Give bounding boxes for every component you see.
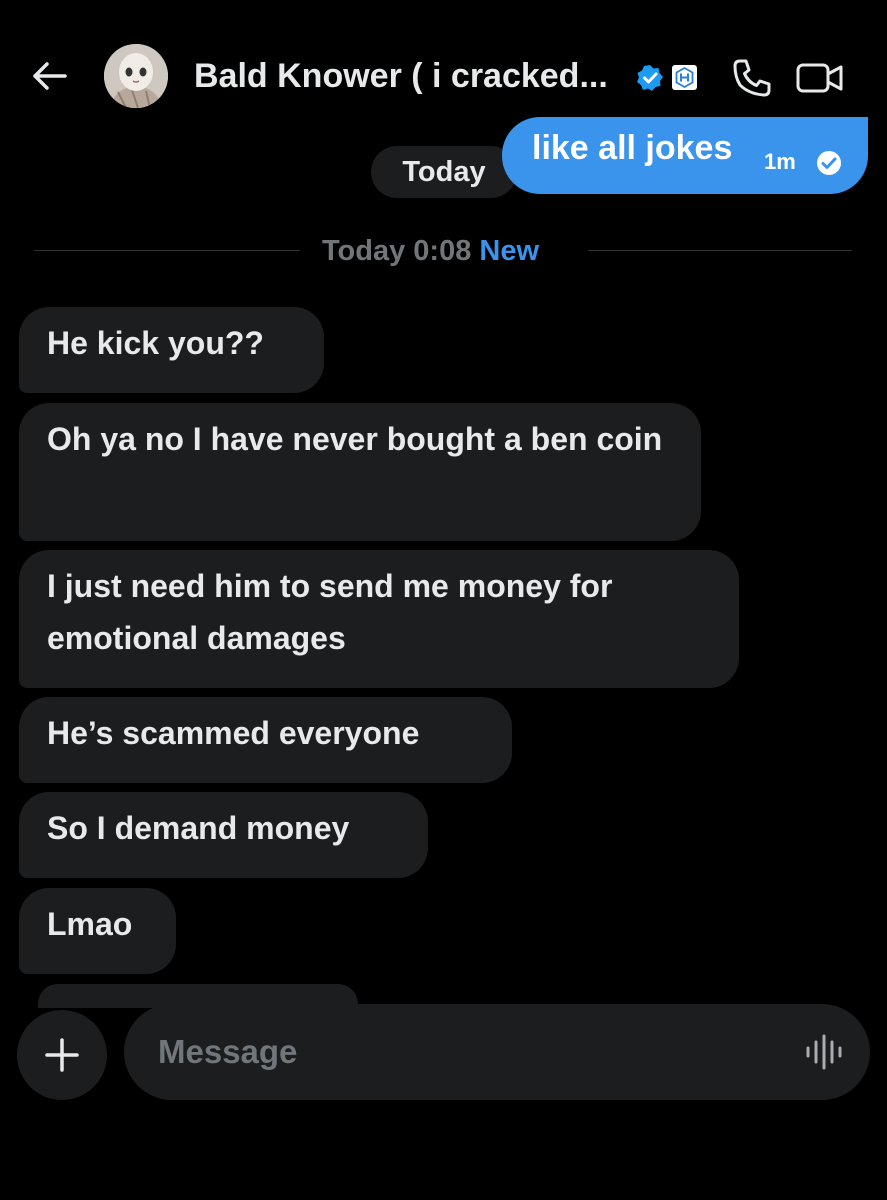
voice-wave-icon: [806, 1034, 842, 1070]
divider-line-left: [34, 250, 300, 251]
call-button[interactable]: [728, 56, 776, 100]
divider-new-label: New: [479, 235, 540, 267]
affiliate-badge-icon: [671, 64, 698, 91]
message-text: He’s scammed everyone: [47, 715, 420, 751]
message-bubble[interactable]: He kick you??: [19, 307, 324, 393]
back-arrow-icon: [33, 62, 67, 90]
avatar[interactable]: [104, 44, 168, 108]
divider-line-right: [588, 250, 852, 251]
sent-message-time: 1m: [764, 149, 796, 174]
message-bubble[interactable]: I just need him to send me money for emo…: [19, 550, 739, 688]
video-call-button[interactable]: [794, 58, 846, 98]
phone-icon: [733, 59, 771, 97]
message-text: Oh ya no I have never bought a ben coin: [47, 421, 663, 457]
verified-badge-icon: [636, 64, 664, 92]
video-camera-icon: [796, 63, 843, 93]
message-input[interactable]: [158, 1004, 758, 1100]
message-text: I just need him to send me money for emo…: [47, 568, 613, 656]
message-bubble[interactable]: He’s scammed everyone: [19, 697, 512, 783]
message-bubble[interactable]: Lmao: [19, 888, 176, 974]
message-bubble[interactable]: Oh ya no I have never bought a ben coin: [19, 403, 701, 541]
voice-message-button[interactable]: [800, 1034, 848, 1070]
read-receipt-icon: [816, 150, 842, 176]
date-pill: Today: [371, 146, 517, 198]
message-text: So I demand money: [47, 810, 350, 846]
message-text: He kick you??: [47, 325, 264, 361]
message-bubble[interactable]: So I demand money: [19, 792, 428, 878]
avatar-image: [104, 44, 168, 108]
message-text: Lmao: [47, 906, 133, 942]
back-button[interactable]: [26, 56, 72, 96]
plus-icon: [45, 1038, 79, 1072]
message-composer: [124, 1004, 870, 1100]
new-messages-divider: Today 0:08 New: [322, 232, 539, 270]
sent-message-bubble[interactable]: like all jokes 1m: [502, 117, 868, 194]
add-attachment-button[interactable]: [17, 1010, 107, 1100]
sent-message-text: like all jokes: [532, 129, 733, 167]
conversation-title[interactable]: Bald Knower ( i cracked...: [194, 52, 608, 100]
divider-timestamp: Today 0:08: [322, 235, 472, 267]
